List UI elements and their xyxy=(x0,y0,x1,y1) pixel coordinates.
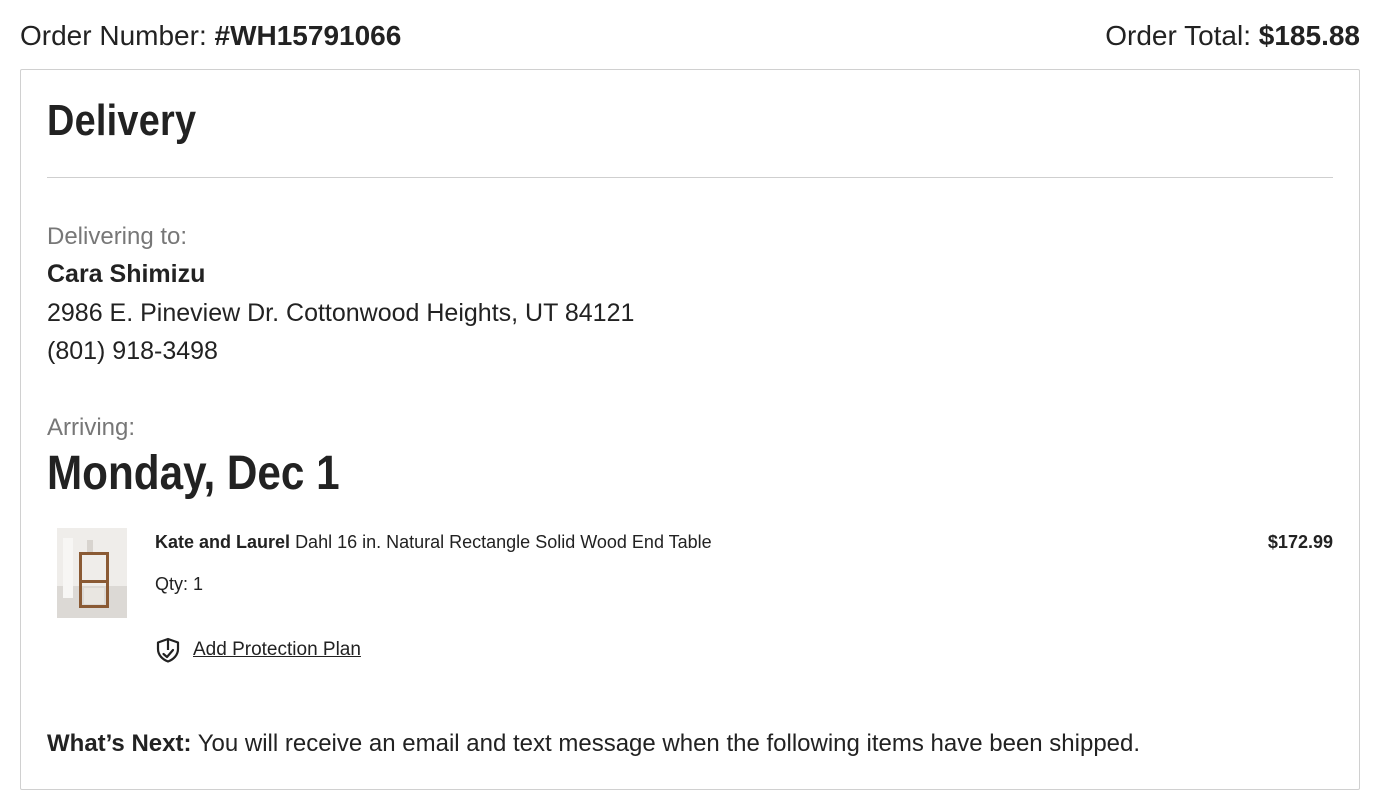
divider xyxy=(47,177,1333,178)
recipient-name: Cara Shimizu xyxy=(47,260,206,288)
order-total-value: $185.88 xyxy=(1258,20,1360,51)
product-image[interactable] xyxy=(57,528,127,618)
delivery-card: Delivery Delivering to: Cara Shimizu 298… xyxy=(20,69,1360,790)
order-number-label: Order Number: xyxy=(20,20,207,51)
product-quantity: Qty: 1 xyxy=(155,574,204,594)
arrival-date: Monday, Dec 1 xyxy=(47,447,340,500)
order-total: Order Total: $185.88 xyxy=(1105,20,1360,52)
product-title[interactable]: Kate and Laurel Dahl 16 in. Natural Rect… xyxy=(155,532,712,553)
arriving-label: Arriving: xyxy=(47,414,136,441)
whats-next-message: What’s Next: You will receive an email a… xyxy=(47,730,1140,758)
shield-icon xyxy=(156,637,180,663)
order-total-label: Order Total: xyxy=(1105,20,1251,51)
delivering-to-label: Delivering to: xyxy=(47,223,188,250)
product-name: Dahl 16 in. Natural Rectangle Solid Wood… xyxy=(295,532,712,552)
end-table-image xyxy=(57,528,127,618)
product-price: $172.99 xyxy=(1267,532,1333,552)
delivery-address: 2986 E. Pineview Dr. Cottonwood Heights,… xyxy=(47,299,635,327)
delivery-title: Delivery xyxy=(47,96,197,145)
order-confirmation-page: Order Number: #WH15791066 Order Total: $… xyxy=(0,0,1384,806)
order-header: Order Number: #WH15791066 Order Total: $… xyxy=(20,16,1360,56)
recipient-phone: (801) 918-3498 xyxy=(47,337,218,365)
product-brand: Kate and Laurel xyxy=(155,532,291,552)
whats-next-text: You will receive an email and text messa… xyxy=(197,730,1141,757)
add-protection-plan[interactable]: Add Protection Plan xyxy=(155,637,361,663)
whats-next-label: What’s Next: xyxy=(47,730,192,757)
add-protection-plan-link[interactable]: Add Protection Plan xyxy=(193,639,361,661)
order-number: Order Number: #WH15791066 xyxy=(20,20,401,52)
order-number-value: #WH15791066 xyxy=(214,20,402,51)
